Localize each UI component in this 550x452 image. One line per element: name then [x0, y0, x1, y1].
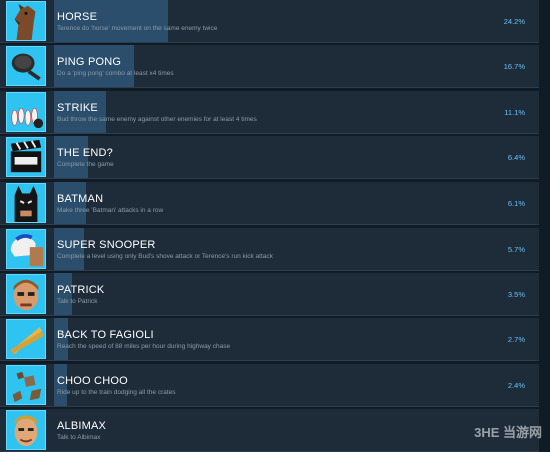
- achievement-row[interactable]: HORSE Terence do 'horse' movement on the…: [0, 0, 539, 43]
- achievement-description: Talk to Patrick: [57, 298, 98, 305]
- achievement-description: Terence do 'horse' movement on the same …: [57, 25, 218, 32]
- clapperboard-icon: [6, 137, 46, 177]
- achievement-title: ALBIMAX: [57, 420, 107, 432]
- achievement-description: Make three 'Batman' attacks in a row: [57, 207, 164, 214]
- achievement-title: CHOO CHOO: [57, 375, 128, 387]
- horse-icon: [6, 1, 46, 41]
- achievement-description: Talk to Albimax: [57, 434, 101, 441]
- achievement-description: Do a 'ping pong' combo at least x4 times: [57, 70, 174, 77]
- crate-debris-icon: [6, 365, 46, 405]
- achievement-title: BACK TO FAGIOLI: [57, 329, 154, 341]
- achievement-title: HORSE: [57, 11, 98, 23]
- achievement-percent: 2.7%: [507, 335, 525, 344]
- achievement-percent: 2.4%: [507, 381, 525, 390]
- sausage-sticks-icon: [6, 319, 46, 359]
- frying-pan-icon: [6, 46, 46, 86]
- achievement-percent: 11.1%: [504, 108, 525, 117]
- achievement-row[interactable]: BACK TO FAGIOLI Reach the speed of 88 mi…: [0, 318, 539, 361]
- achievement-title: PING PONG: [57, 56, 122, 68]
- achievement-percent: 24.2%: [503, 17, 525, 26]
- achievement-title: THE END?: [57, 147, 113, 159]
- achievement-row[interactable]: STRIKE Bud throw the same enemy against …: [0, 91, 539, 134]
- achievement-percent: 5.7%: [507, 245, 525, 254]
- achievement-description: Reach the speed of 88 miles per hour dur…: [57, 343, 231, 350]
- achievement-row[interactable]: BATMAN Make three 'Batman' attacks in a …: [0, 182, 539, 225]
- batman-mask-icon: [6, 183, 46, 223]
- bowling-pins-icon: [6, 92, 46, 132]
- achievement-description: Ride up to the train dodging all the cra…: [57, 389, 176, 396]
- watermark-logo: 3HE 当游网: [474, 425, 542, 440]
- achievement-percent: 6.4%: [507, 153, 525, 162]
- achievement-row[interactable]: CHOO CHOO Ride up to the train dodging a…: [0, 364, 539, 407]
- achievement-percent: 6.1%: [507, 199, 525, 208]
- achievement-row[interactable]: PING PONG Do a 'ping pong' combo at leas…: [0, 45, 539, 88]
- achievement-description: Complete a level using only Bud's shove …: [57, 253, 273, 260]
- achievement-title: BATMAN: [57, 193, 104, 205]
- achievement-title: SUPER SNOOPER: [57, 239, 156, 251]
- football-helmet-icon: [6, 229, 46, 269]
- achievement-row[interactable]: THE END? Complete the game 6.4%: [0, 136, 539, 179]
- albimax-face-icon: [6, 410, 46, 450]
- achievement-title: PATRICK: [57, 284, 105, 296]
- achievement-percent: 3.5%: [507, 290, 525, 299]
- achievement-description: Bud throw the same enemy against other e…: [57, 116, 257, 123]
- achievement-description: Complete the game: [57, 161, 114, 168]
- achievement-title: STRIKE: [57, 102, 98, 114]
- achievement-percent: 16.7%: [503, 62, 525, 71]
- achievement-row[interactable]: ALBIMAX Talk to Albimax: [0, 409, 539, 452]
- patrick-face-icon: [6, 274, 46, 314]
- achievement-list: HORSE Terence do 'horse' movement on the…: [0, 0, 550, 452]
- achievement-row[interactable]: PATRICK Talk to Patrick 3.5%: [0, 273, 539, 316]
- achievement-row[interactable]: SUPER SNOOPER Complete a level using onl…: [0, 228, 539, 271]
